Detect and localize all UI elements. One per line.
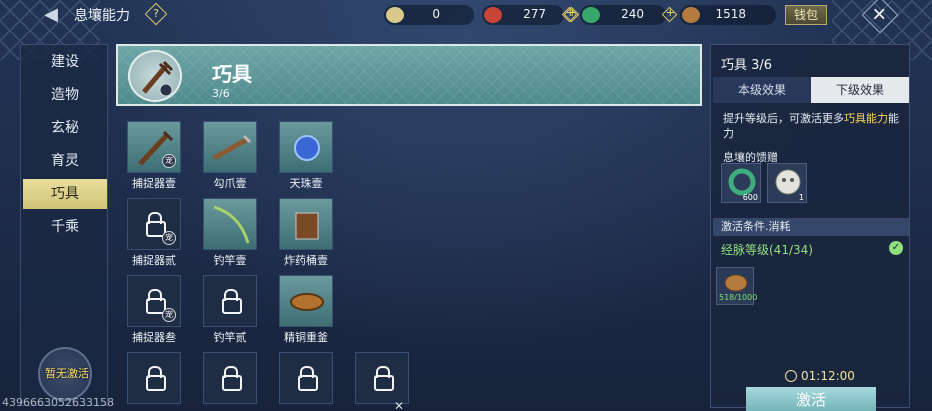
page-title: 息壤能力 [74,8,130,24]
copper-cauldron-icon [279,275,333,327]
top-bar: ◀ 息壤能力 ? 0 277 240 1518 钱包 ✕ [0,0,932,34]
nav-item-creation[interactable]: 造物 [23,80,107,110]
no-activate-badge[interactable]: 暂无激活 [38,347,92,401]
tab-next-effect[interactable]: 下级效果 [811,77,909,103]
help-icon[interactable]: ? [144,2,168,26]
resource-red-spiral: 277 [482,5,580,25]
lock-icon [374,366,394,391]
desc-text: 提升等级后，可激活更多 [723,112,844,125]
tool-item[interactable] [116,352,192,411]
check-icon: ✓ [889,241,903,255]
player-uid: 4396663052633158 [2,396,114,409]
gourd-icon [386,7,404,23]
pet-badge: 宠 [162,154,176,168]
condition-header: 激活条件.消耗 [713,218,909,236]
countdown-timer: 01:12:00 [801,369,855,383]
catcher-icon: 宠 [127,121,181,173]
tool-item[interactable] [344,352,420,411]
pet-badge: 宠 [162,308,176,322]
gift-item[interactable]: 600 [721,163,761,203]
condition-meridian-level: 经脉等级(41/34) [721,243,813,257]
cost-count: 518/1000 [719,293,758,302]
close-button[interactable]: ✕ [861,0,899,34]
nav-item-construction[interactable]: 建设 [23,47,107,77]
tab-current-effect[interactable]: 本级效果 [713,77,811,103]
category-progress: 3/6 [212,87,230,100]
tool-item-label: 钓竿壹 [213,254,247,267]
detail-panel: 巧具 3/6 本级效果 下级效果 提升等级后，可激活更多巧具能力能力 息壤的馈赠… [710,44,910,411]
gift-count: 1 [798,193,804,202]
locked-tool-icon [127,352,181,404]
tool-item[interactable]: 勾爪壹 [192,121,268,191]
category-header[interactable]: 巧具 3/6 [116,44,702,106]
tool-item-label: 炸药桶壹 [284,254,328,267]
cost-item[interactable]: 518/1000 [716,267,758,305]
green-coin-icon [582,7,600,23]
lock-icon [146,366,166,391]
desc-highlight: 巧具能力 [844,112,888,125]
header-pattern [118,46,700,104]
locked-tool-icon [203,352,257,404]
clock-icon [785,370,797,382]
tool-item-label: 勾爪壹 [213,177,247,190]
lock-icon [222,289,242,314]
category-nav: 建设 造物 玄秘 育灵 巧具 千乘 暂无激活 [20,44,108,406]
powder-keg-icon [279,198,333,250]
nav-item-mystic[interactable]: 玄秘 [23,113,107,143]
gift-count: 600 [742,193,758,202]
tool-item[interactable]: 钓竿壹 [192,198,268,268]
catcher-locked-icon: 宠 [127,198,181,250]
activate-button[interactable]: 激活 [746,387,876,411]
upgrade-description: 提升等级后，可激活更多巧具能力能力 [723,111,903,141]
tool-item[interactable]: 精铜重釜 [268,275,344,345]
nav-item-vehicle[interactable]: 千乘 [23,212,107,242]
tool-item-label: 捕捉器壹 [132,177,176,190]
resource-value: 0 [432,7,440,21]
tool-item-label: 捕捉器贰 [132,254,176,267]
locked-tool-icon [355,352,409,404]
collapse-icon[interactable]: ✕ [394,399,404,411]
resource-value: 1518 [715,7,746,21]
catcher-locked-icon: 宠 [127,275,181,327]
category-title: 巧具 [212,62,252,86]
fishing-rod-locked-icon [203,275,257,327]
tool-item-label: 天珠壹 [289,177,323,190]
sky-orb-icon [279,121,333,173]
resource-bean: 1518 [661,5,776,25]
tool-item-label: 捕捉器叁 [132,331,176,344]
pet-badge: 宠 [162,231,176,245]
wallet-button[interactable]: 钱包 [785,5,827,25]
bean-icon [682,7,700,23]
tool-item[interactable] [268,352,344,411]
lock-icon [298,366,318,391]
resource-value: 240 [621,7,644,21]
main-area: 巧具 3/6 宠 捕捉器壹 勾爪壹 天珠壹 宠 捕捉器贰 钓竿壹 炸药桶壹 宠 … [116,44,702,408]
resource-gourd: 0 [384,5,474,25]
no-activate-label: 暂无激活 [45,367,89,380]
tool-item[interactable]: 炸药桶壹 [268,198,344,268]
tool-item[interactable]: 宠 捕捉器贰 [116,198,192,268]
lock-icon [222,366,242,391]
tool-item[interactable] [192,352,268,411]
back-button[interactable]: ◀ [38,3,64,27]
tool-item[interactable]: 宠 捕捉器壹 [116,121,192,191]
slingshot-icon [128,50,182,102]
resource-green-coin: 240 [561,5,666,25]
nav-item-spirit[interactable]: 育灵 [23,146,107,176]
tool-item-label: 精铜重釜 [284,331,328,344]
panel-title: 巧具 3/6 [721,58,773,73]
tool-item[interactable]: 宠 捕捉器叁 [116,275,192,345]
lock-icon [146,289,166,314]
locked-tool-icon [279,352,333,404]
fishing-rod-icon [203,198,257,250]
tool-item[interactable]: 天珠壹 [268,121,344,191]
nav-item-tools[interactable]: 巧具 [23,179,107,209]
tool-item-label: 钓竿贰 [213,331,247,344]
resource-value: 277 [523,7,546,21]
gift-item[interactable]: 1 [767,163,807,203]
tool-item[interactable]: 钓竿贰 [192,275,268,345]
lock-icon [146,212,166,237]
red-spiral-icon [484,7,502,23]
grapple-icon [203,121,257,173]
